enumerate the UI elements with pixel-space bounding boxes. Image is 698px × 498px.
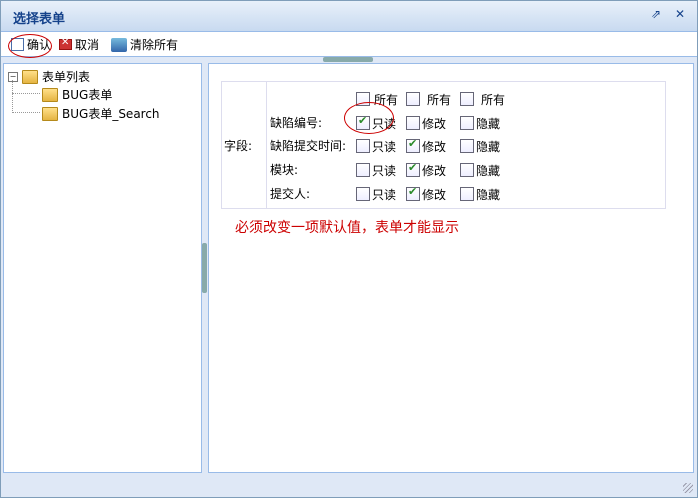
hidden-checkbox[interactable] xyxy=(460,139,474,153)
hidden-checkbox[interactable] xyxy=(460,116,474,130)
field-row-label: 缺陷提交时间: xyxy=(270,139,347,153)
tree-item[interactable]: BUG表单 xyxy=(42,86,112,103)
title-bar: 选择表单 ⇗ ✕ xyxy=(1,1,697,32)
tree-guide-line xyxy=(12,93,40,94)
folder-icon xyxy=(42,87,58,102)
select-all-label: 所有 xyxy=(481,93,506,107)
readonly-checkbox[interactable] xyxy=(356,187,370,201)
form-panel: 字段: 所有 所有 所有 缺陷编号: 只读 修改 隐藏 缺陷提交时间: 只读 修… xyxy=(208,63,694,473)
close-icon[interactable]: ✕ xyxy=(673,7,687,21)
folder-icon xyxy=(42,106,58,121)
annotation-ellipse-confirm xyxy=(8,34,52,58)
tree-guide-line xyxy=(12,112,40,113)
clear-icon xyxy=(111,37,127,52)
readonly-label: 只读 xyxy=(372,140,397,154)
tree-root-label: 表单列表 xyxy=(42,70,91,84)
modify-checkbox[interactable] xyxy=(406,185,420,201)
field-row-label: 缺陷编号: xyxy=(270,116,323,130)
splitter-handle-horizontal[interactable] xyxy=(323,57,373,62)
modify-checkbox[interactable] xyxy=(406,116,420,130)
field-row-label: 提交人: xyxy=(270,187,311,201)
readonly-label: 只读 xyxy=(372,188,397,202)
hidden-checkbox[interactable] xyxy=(460,163,474,177)
field-permissions-form: 字段: 所有 所有 所有 缺陷编号: 只读 修改 隐藏 缺陷提交时间: 只读 修… xyxy=(221,81,666,209)
modify-label: 修改 xyxy=(422,140,447,154)
hidden-label: 隐藏 xyxy=(476,140,501,154)
select-all-hidden-checkbox[interactable] xyxy=(460,92,474,106)
tree-guide-line xyxy=(12,80,13,113)
modify-checkbox[interactable] xyxy=(406,161,420,177)
tree-item-label: BUG表单 xyxy=(62,88,113,102)
clear-label: 清除所有 xyxy=(130,38,179,52)
readonly-checkbox[interactable] xyxy=(356,139,370,153)
tree-root[interactable]: − 表单列表 xyxy=(8,68,90,85)
tree-item-label: BUG表单_Search xyxy=(62,107,160,121)
splitter-handle-vertical[interactable] xyxy=(202,243,207,293)
hidden-label: 隐藏 xyxy=(476,164,501,178)
modify-label: 修改 xyxy=(422,117,447,131)
required-change-notice: 必须改变一项默认值，表单才能显示 xyxy=(235,220,459,236)
select-all-label: 所有 xyxy=(427,93,452,107)
form-divider xyxy=(266,82,267,208)
select-all-modify-checkbox[interactable] xyxy=(406,92,420,106)
toolbar: 确认 取消 清除所有 xyxy=(1,32,697,57)
readonly-checkbox[interactable] xyxy=(356,163,370,177)
field-row-label: 模块: xyxy=(270,163,299,177)
tree-item[interactable]: BUG表单_Search xyxy=(42,105,160,122)
readonly-label: 只读 xyxy=(372,164,397,178)
cancel-button[interactable]: 取消 xyxy=(59,36,99,53)
hidden-label: 隐藏 xyxy=(476,188,501,202)
resize-grip-icon[interactable] xyxy=(683,483,693,493)
cancel-icon xyxy=(59,37,72,50)
folder-icon xyxy=(22,69,38,84)
tree-panel: − 表单列表 BUG表单 BUG表单_Search xyxy=(3,63,202,473)
dialog-window: 选择表单 ⇗ ✕ 确认 取消 清除所有 − 表单列表 xyxy=(0,0,698,498)
field-label: 字段: xyxy=(224,139,253,153)
cancel-label: 取消 xyxy=(75,38,100,52)
modify-label: 修改 xyxy=(422,164,447,178)
collapse-icon[interactable]: − xyxy=(8,71,18,82)
modify-checkbox[interactable] xyxy=(406,137,420,153)
clear-all-button[interactable]: 清除所有 xyxy=(111,36,178,53)
modify-label: 修改 xyxy=(422,188,447,202)
hidden-label: 隐藏 xyxy=(476,117,501,131)
popout-icon[interactable]: ⇗ xyxy=(649,7,663,21)
hidden-checkbox[interactable] xyxy=(460,187,474,201)
annotation-ellipse-readonly xyxy=(344,102,394,134)
dialog-title: 选择表单 xyxy=(13,12,66,27)
